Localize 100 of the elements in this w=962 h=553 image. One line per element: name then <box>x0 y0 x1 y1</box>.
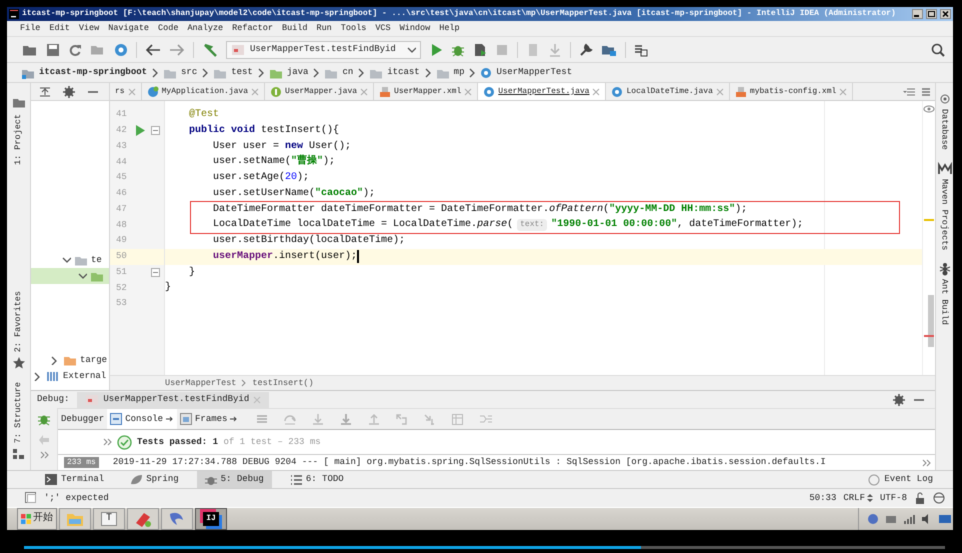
sync-icon[interactable] <box>68 42 82 56</box>
menu-item[interactable]: Navigate <box>108 23 150 34</box>
tool-window-button[interactable]: 7: Structure <box>10 378 26 464</box>
scrollbar-thumb[interactable] <box>928 295 934 347</box>
stop-icon[interactable] <box>495 42 509 56</box>
video-progress-bar[interactable] <box>24 546 945 549</box>
breadcrumb-item[interactable]: UserMapperTest <box>480 66 572 78</box>
settings-icon[interactable] <box>893 394 905 406</box>
panel-tab[interactable]: Frames <box>177 409 242 429</box>
editor-tab[interactable]: mybatis-config.xml <box>730 83 854 100</box>
breadcrumb-item[interactable]: UserMapperTest <box>165 378 236 388</box>
coverage-icon[interactable] <box>473 42 487 56</box>
tool-window-button[interactable]: 1: Project <box>10 93 26 168</box>
line-separator-selector[interactable]: CRLF <box>843 492 873 504</box>
editor-tab[interactable]: MyApplication.java <box>142 83 266 100</box>
tool-window-tab[interactable]: 5: Debug <box>196 471 272 488</box>
menu-item[interactable]: VCS <box>375 23 391 34</box>
signal-icon[interactable] <box>903 513 915 525</box>
tree-item[interactable]: targe <box>31 352 109 368</box>
taskbar-app-button[interactable] <box>127 508 159 530</box>
menu-item[interactable]: Code <box>158 23 178 34</box>
start-button[interactable]: 开始 <box>17 508 57 530</box>
tool-window-tab[interactable]: 6: TODO <box>282 471 352 488</box>
taskbar-app-button[interactable] <box>59 508 91 530</box>
tree-item[interactable]: External <box>31 368 109 384</box>
editor-tab[interactable]: LocalDateTime.java <box>606 83 730 100</box>
panel-toggle-icon[interactable] <box>25 492 37 504</box>
editor-tab[interactable]: UserMapper.java <box>265 83 374 100</box>
menu-item[interactable]: Build <box>282 23 308 34</box>
tree-item[interactable] <box>31 268 109 284</box>
collapse-all-icon[interactable] <box>39 86 51 98</box>
tool-window-button[interactable]: Ant Build <box>936 259 952 328</box>
run-configuration-dropdown[interactable]: UserMapperTest.testFindByid <box>226 40 421 58</box>
breadcrumb-item[interactable]: itcast <box>369 66 420 78</box>
monitor-icon[interactable] <box>939 513 951 525</box>
taskbar-app-button[interactable]: T <box>93 508 125 530</box>
network-icon[interactable] <box>885 513 897 525</box>
expand-icon[interactable] <box>103 437 112 447</box>
run-icon[interactable] <box>135 125 145 136</box>
tool-window-tab[interactable]: Terminal <box>37 471 112 488</box>
trace-icon[interactable] <box>479 413 494 425</box>
menu-item[interactable]: Refactor <box>232 23 273 34</box>
save-icon[interactable] <box>46 42 60 56</box>
maximize-icon[interactable] <box>926 9 937 19</box>
settings-icon[interactable] <box>579 42 593 56</box>
download-icon[interactable] <box>548 42 562 56</box>
menu-item[interactable]: Analyze <box>187 23 224 34</box>
breadcrumb-item[interactable]: itcast-mp-springboot <box>21 66 148 78</box>
breadcrumb-item[interactable]: test <box>213 66 253 78</box>
help-icon[interactable] <box>867 513 879 525</box>
debug-session-tab[interactable]: UserMapperTest.testFindByid <box>77 392 270 408</box>
tool-window-button[interactable]: Maven Projects <box>936 158 952 254</box>
tool-window-tab[interactable]: Event Log <box>860 471 941 488</box>
menu-icon[interactable] <box>921 86 931 98</box>
step-out-icon[interactable] <box>367 413 382 425</box>
breadcrumb-item[interactable]: cn <box>324 66 354 78</box>
tool-window-button[interactable]: 2: Favorites <box>10 288 26 373</box>
back-icon[interactable] <box>145 42 161 56</box>
menu-item[interactable]: Edit <box>49 23 70 34</box>
close-icon[interactable] <box>940 9 951 19</box>
tool-window-button[interactable]: Database <box>936 89 952 153</box>
evaluate-icon[interactable] <box>451 413 466 425</box>
panel-tab[interactable]: Console <box>107 409 178 429</box>
menu-icon[interactable] <box>255 413 270 425</box>
breadcrumb-item[interactable]: java <box>268 66 308 78</box>
step-over-icon[interactable] <box>283 413 298 425</box>
panel-tab[interactable]: Debugger <box>58 409 108 429</box>
editor-tab[interactable]: UserMapperTest.java <box>478 83 606 100</box>
class-icon[interactable] <box>114 42 128 56</box>
step-into-icon[interactable] <box>311 413 326 425</box>
fold-icon[interactable] <box>150 268 160 277</box>
breadcrumb-item[interactable]: src <box>163 66 198 78</box>
settings-icon[interactable] <box>63 86 75 98</box>
breadcrumb-item[interactable]: testInsert() <box>252 378 314 388</box>
expand-icon[interactable] <box>922 458 931 468</box>
cursor-position[interactable]: 50:33 <box>809 492 836 504</box>
editor-tab[interactable]: rs <box>110 83 142 100</box>
menu-item[interactable]: Tools <box>340 23 366 34</box>
search-icon[interactable] <box>931 42 945 56</box>
hammer-icon[interactable] <box>202 42 218 56</box>
lock-icon[interactable] <box>914 492 926 504</box>
menu-item[interactable]: Window <box>400 23 430 34</box>
menu-item[interactable]: File <box>20 23 40 34</box>
menu-item[interactable]: View <box>78 23 100 34</box>
tree-item[interactable]: te <box>31 252 109 268</box>
breadcrumb-item[interactable]: mp <box>436 66 464 78</box>
menu-item[interactable]: Run <box>316 23 332 34</box>
tab-list-icon[interactable] <box>903 86 915 98</box>
run-icon[interactable] <box>429 42 443 56</box>
minimize-icon[interactable] <box>912 9 923 19</box>
fold-icon[interactable] <box>150 126 160 136</box>
taskbar-app-button[interactable]: IJ <box>195 508 227 530</box>
tool-window-tab[interactable]: Spring <box>122 471 187 488</box>
preview-icon[interactable] <box>923 105 935 113</box>
drop-frame-icon[interactable] <box>395 413 410 425</box>
force-step-into-icon[interactable] <box>339 413 354 425</box>
expand-icon[interactable] <box>40 450 48 460</box>
encoding-selector[interactable]: UTF-8 <box>880 492 907 504</box>
forward-icon[interactable] <box>169 42 185 56</box>
menu-item[interactable]: Help <box>439 23 460 34</box>
